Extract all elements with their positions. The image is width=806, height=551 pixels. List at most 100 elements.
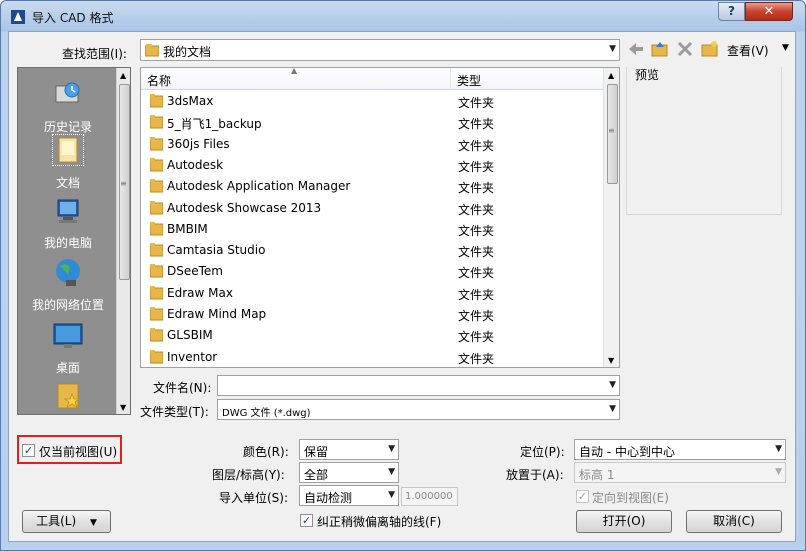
file-list-scrollbar[interactable]: ▲ ≡ ▼	[603, 68, 619, 367]
cancel-button[interactable]: 取消(C)	[686, 510, 782, 533]
revit-app-icon	[10, 9, 26, 25]
file-row[interactable]: Edraw Max 文件夹	[141, 283, 603, 304]
orient-to-view-checkbox[interactable]: ✓	[576, 490, 589, 503]
file-row[interactable]: Autodesk 文件夹	[141, 155, 603, 176]
chevron-down-icon[interactable]: ▼	[775, 467, 782, 477]
up-folder-icon[interactable]	[651, 40, 669, 58]
window-title: 导入 CAD 格式	[32, 11, 114, 25]
file-row[interactable]: GLSBIM 文件夹	[141, 325, 603, 346]
lookin-value: 我的文档	[163, 45, 212, 59]
folder-icon	[149, 200, 164, 215]
scroll-down-icon[interactable]: ▼	[608, 356, 614, 365]
delete-icon[interactable]	[676, 40, 694, 58]
filename-label: 文件名(N):	[153, 381, 212, 395]
place-history[interactable]: 历史记录	[18, 78, 118, 135]
chevron-down-icon[interactable]: ▼	[388, 444, 395, 454]
filename-input[interactable]: ▼	[217, 375, 620, 396]
views-menu[interactable]: 查看(V)	[727, 42, 769, 59]
file-row[interactable]: Inventor 文件夹	[141, 347, 603, 368]
file-name: GLSBIM	[167, 328, 213, 343]
file-row[interactable]: DSeeTem 文件夹	[141, 261, 603, 282]
places-scrollbar[interactable]: ▲ ≡ ▼	[116, 68, 130, 414]
place-documents-label: 文档	[55, 176, 80, 190]
chevron-down-icon[interactable]: ▼	[388, 467, 395, 477]
network-icon	[52, 256, 84, 288]
orient-to-view-label[interactable]: 定向到视图(E)	[592, 489, 669, 506]
positioning-select[interactable]: 自动 - 中心到中心 ▼	[574, 439, 786, 460]
scroll-down-icon[interactable]: ▼	[120, 403, 126, 412]
file-row[interactable]: BMBIM 文件夹	[141, 219, 603, 240]
color-label: 颜色(R):	[243, 445, 289, 459]
chevron-down-icon[interactable]: ▼	[388, 490, 395, 500]
current-view-only-checkbox[interactable]: ✓	[22, 444, 35, 457]
correct-lines-label[interactable]: 纠正稍微偏离轴的线(F)	[317, 513, 441, 530]
color-select[interactable]: 保留 ▼	[299, 439, 399, 460]
back-arrow-icon[interactable]	[627, 40, 645, 58]
file-row[interactable]: Autodesk Application Manager 文件夹	[141, 176, 603, 197]
place-desktop[interactable]: 桌面	[18, 320, 118, 376]
title-bar: 导入 CAD 格式 ? ✕	[1, 1, 805, 33]
file-name: Inventor	[167, 349, 218, 364]
help-button[interactable]: ?	[718, 2, 745, 21]
chevron-down-icon: ▼	[609, 44, 616, 54]
folder-icon	[149, 243, 164, 257]
tools-button[interactable]: 工具(L) ▼	[22, 510, 111, 533]
place-favorites[interactable]	[18, 380, 118, 412]
chevron-down-icon[interactable]: ▼	[775, 444, 782, 454]
folder-icon	[149, 349, 164, 364]
file-type: 文件夹	[458, 117, 495, 132]
file-row[interactable]: 3dsMax 文件夹	[141, 91, 603, 112]
file-name: 360js Files	[167, 136, 230, 151]
chevron-down-icon[interactable]: ▼	[609, 404, 616, 414]
file-row[interactable]: 5_肖飞1_backup 文件夹	[141, 112, 603, 133]
file-type: 文件夹	[458, 309, 495, 323]
file-name: BMBIM	[167, 221, 208, 236]
column-header-type[interactable]: 类型	[451, 68, 603, 90]
units-select[interactable]: 自动检测 ▼	[299, 485, 399, 506]
favorites-icon	[52, 380, 84, 412]
current-view-only-label[interactable]: 仅当前视图(U)	[39, 443, 117, 460]
file-type: 文件夹	[458, 223, 495, 238]
units-factor-value: 1.000000	[405, 491, 453, 502]
scroll-up-icon[interactable]: ▲	[120, 71, 126, 80]
file-type: 文件夹	[458, 330, 495, 345]
file-type: 文件夹	[458, 96, 495, 110]
folder-icon	[149, 94, 164, 108]
open-button[interactable]: 打开(O)	[576, 510, 672, 533]
places-bar: 历史记录 文档 我的电脑 我的网络位置 桌面 ▲ ≡ ▼	[17, 67, 131, 415]
file-row[interactable]: Camtasia Studio 文件夹	[141, 240, 603, 261]
correct-lines-checkbox[interactable]: ✓	[300, 514, 313, 527]
place-computer-label: 我的电脑	[43, 236, 92, 250]
layers-select[interactable]: 全部 ▼	[299, 462, 399, 483]
place-at-select[interactable]: 标高 1 ▼	[574, 462, 786, 483]
new-folder-icon[interactable]	[701, 40, 719, 58]
column-header-name[interactable]: 名称 ▲	[141, 66, 451, 90]
scroll-up-icon[interactable]: ▲	[608, 71, 614, 80]
file-name: Edraw Mind Map	[167, 307, 267, 321]
close-button[interactable]: ✕	[745, 2, 793, 21]
place-documents[interactable]: 文档	[18, 134, 118, 191]
chevron-down-icon: ▼	[89, 518, 97, 528]
chevron-down-icon[interactable]: ▼	[609, 380, 616, 390]
folder-icon	[149, 285, 164, 300]
filetype-select[interactable]: DWG 文件 (*.dwg) ▼	[217, 399, 620, 420]
file-type: 文件夹	[458, 266, 495, 281]
place-network[interactable]: 我的网络位置	[18, 256, 118, 313]
folder-icon	[149, 328, 164, 342]
file-row[interactable]: Autodesk Showcase 2013 文件夹	[141, 198, 603, 219]
positioning-label: 定位(P):	[520, 445, 565, 459]
file-row[interactable]: 360js Files 文件夹	[141, 134, 603, 155]
units-factor-input[interactable]: 1.000000	[401, 487, 458, 506]
positioning-value: 自动 - 中心到中心	[579, 445, 675, 459]
folder-icon	[149, 264, 164, 278]
units-label: 导入单位(S):	[219, 491, 289, 505]
views-chevron-down-icon[interactable]: ▼	[782, 43, 789, 53]
file-list: 名称 ▲ 类型 3dsMax 文件夹 5_肖飞1_backup 文件夹 360js Fi…	[140, 66, 620, 368]
file-row[interactable]: Edraw Mind Map 文件夹	[141, 304, 603, 325]
folder-icon	[149, 221, 164, 236]
lookin-combo[interactable]: 我的文档 ▼	[140, 39, 620, 61]
filetype-value: DWG 文件 (*.dwg)	[222, 408, 311, 419]
place-computer[interactable]: 我的电脑	[18, 196, 118, 251]
file-type: 文件夹	[458, 351, 495, 366]
sort-up-icon: ▲	[291, 66, 298, 75]
